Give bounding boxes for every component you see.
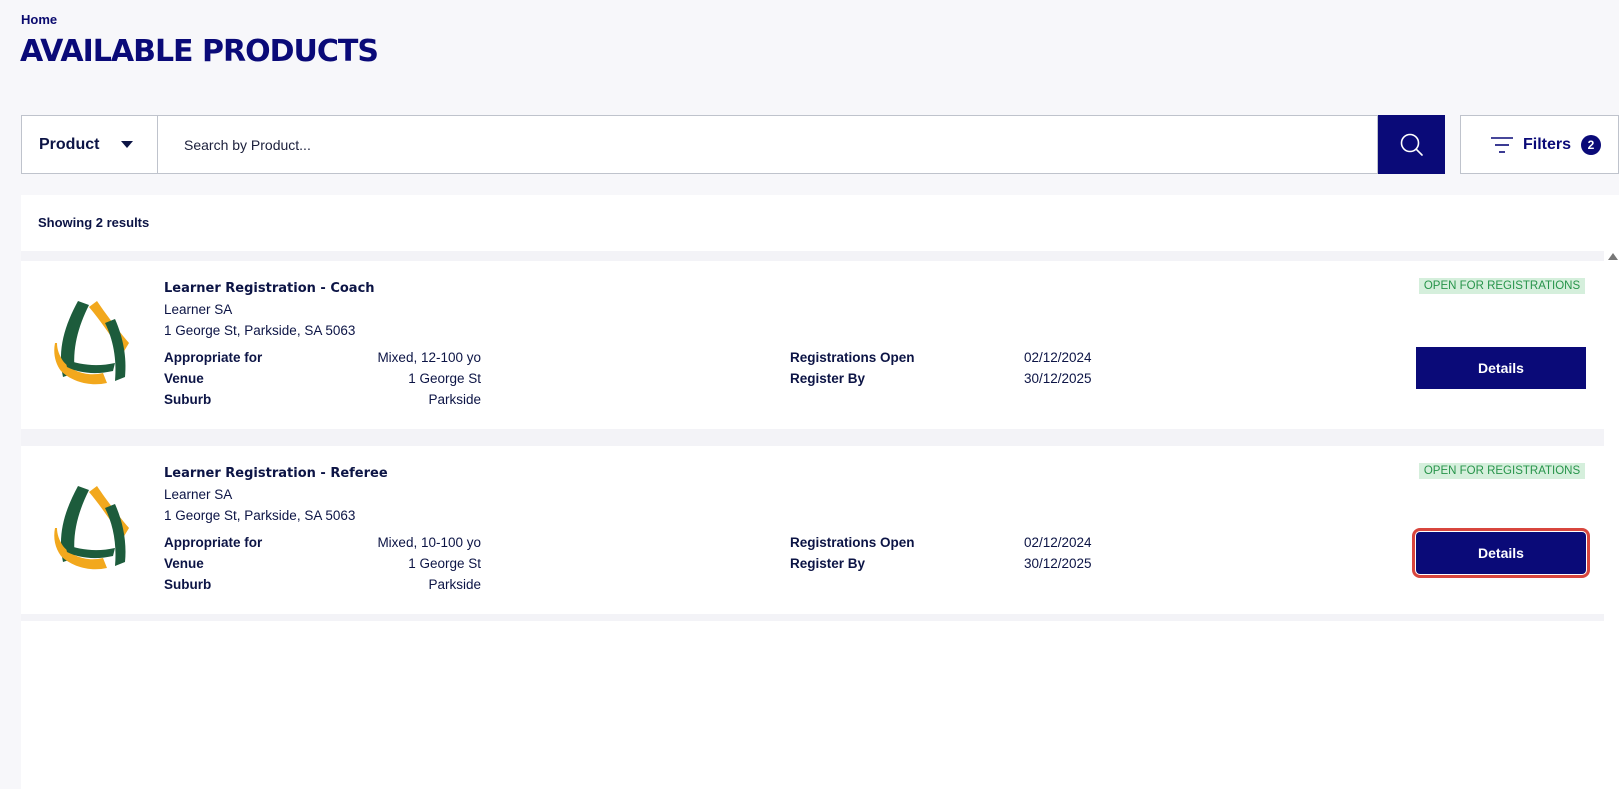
suburb-value: Parkside [428, 392, 481, 407]
suburb-label: Suburb [164, 577, 212, 592]
appropriate-for-label: Appropriate for [164, 350, 263, 365]
appropriate-for-label: Appropriate for [164, 535, 263, 550]
venue-value: 1 George St [408, 556, 481, 571]
results-count: Showing 2 results [38, 215, 150, 230]
breadcrumb[interactable]: Home [21, 12, 57, 27]
search-bar: Product [21, 115, 1445, 174]
registrations-open-value: 02/12/2024 [1024, 350, 1092, 365]
venue-label: Venue [164, 371, 204, 386]
product-list[interactable]: Learner Registration - Coach Learner SA … [21, 251, 1604, 789]
scroll-up-arrow-icon[interactable] [1608, 253, 1618, 260]
card-title[interactable]: Learner Registration - Coach [164, 281, 375, 296]
register-by-value: 30/12/2025 [1024, 556, 1092, 571]
status-badge: OPEN FOR REGISTRATIONS [1419, 278, 1585, 294]
filter-count-badge: 2 [1581, 134, 1602, 155]
suburb-label: Suburb [164, 392, 212, 407]
registrations-open-value: 02/12/2024 [1024, 535, 1092, 550]
suburb-value: Parkside [428, 577, 481, 592]
football-logo-icon [46, 483, 138, 575]
card-address: 1 George St, Parkside, SA 5063 [164, 323, 356, 338]
search-category-label: Product [39, 135, 100, 153]
register-by-label: Register By [790, 556, 866, 571]
search-category-select[interactable]: Product [21, 115, 157, 174]
registrations-open-label: Registrations Open [790, 350, 915, 365]
search-button[interactable] [1378, 115, 1445, 174]
card-address: 1 George St, Parkside, SA 5063 [164, 508, 356, 523]
chevron-down-icon [121, 141, 134, 148]
details-button[interactable]: Details [1412, 528, 1590, 578]
filter-icon [1491, 136, 1513, 153]
venue-value: 1 George St [408, 371, 481, 386]
card-organisation: Learner SA [164, 487, 233, 502]
card-organisation: Learner SA [164, 302, 233, 317]
search-icon [1400, 133, 1423, 156]
register-by-value: 30/12/2025 [1024, 371, 1092, 386]
page-title: AVAILABLE PRODUCTS [20, 34, 379, 69]
search-input[interactable] [157, 115, 1378, 174]
product-card: Learner Registration - Referee Learner S… [21, 446, 1604, 614]
filters-button[interactable]: Filters 2 [1460, 115, 1619, 174]
football-logo-icon [46, 298, 138, 390]
details-button[interactable]: Details [1416, 347, 1586, 389]
appropriate-for-value: Mixed, 10-100 yo [377, 535, 481, 550]
registrations-open-label: Registrations Open [790, 535, 915, 550]
register-by-label: Register By [790, 371, 866, 386]
results-panel: Showing 2 results Learner Registration -… [21, 195, 1619, 789]
card-title[interactable]: Learner Registration - Referee [164, 466, 388, 481]
venue-label: Venue [164, 556, 204, 571]
appropriate-for-value: Mixed, 12-100 yo [377, 350, 481, 365]
filters-label: Filters [1523, 135, 1572, 153]
product-card: Learner Registration - Coach Learner SA … [21, 261, 1604, 429]
status-badge: OPEN FOR REGISTRATIONS [1419, 463, 1585, 479]
